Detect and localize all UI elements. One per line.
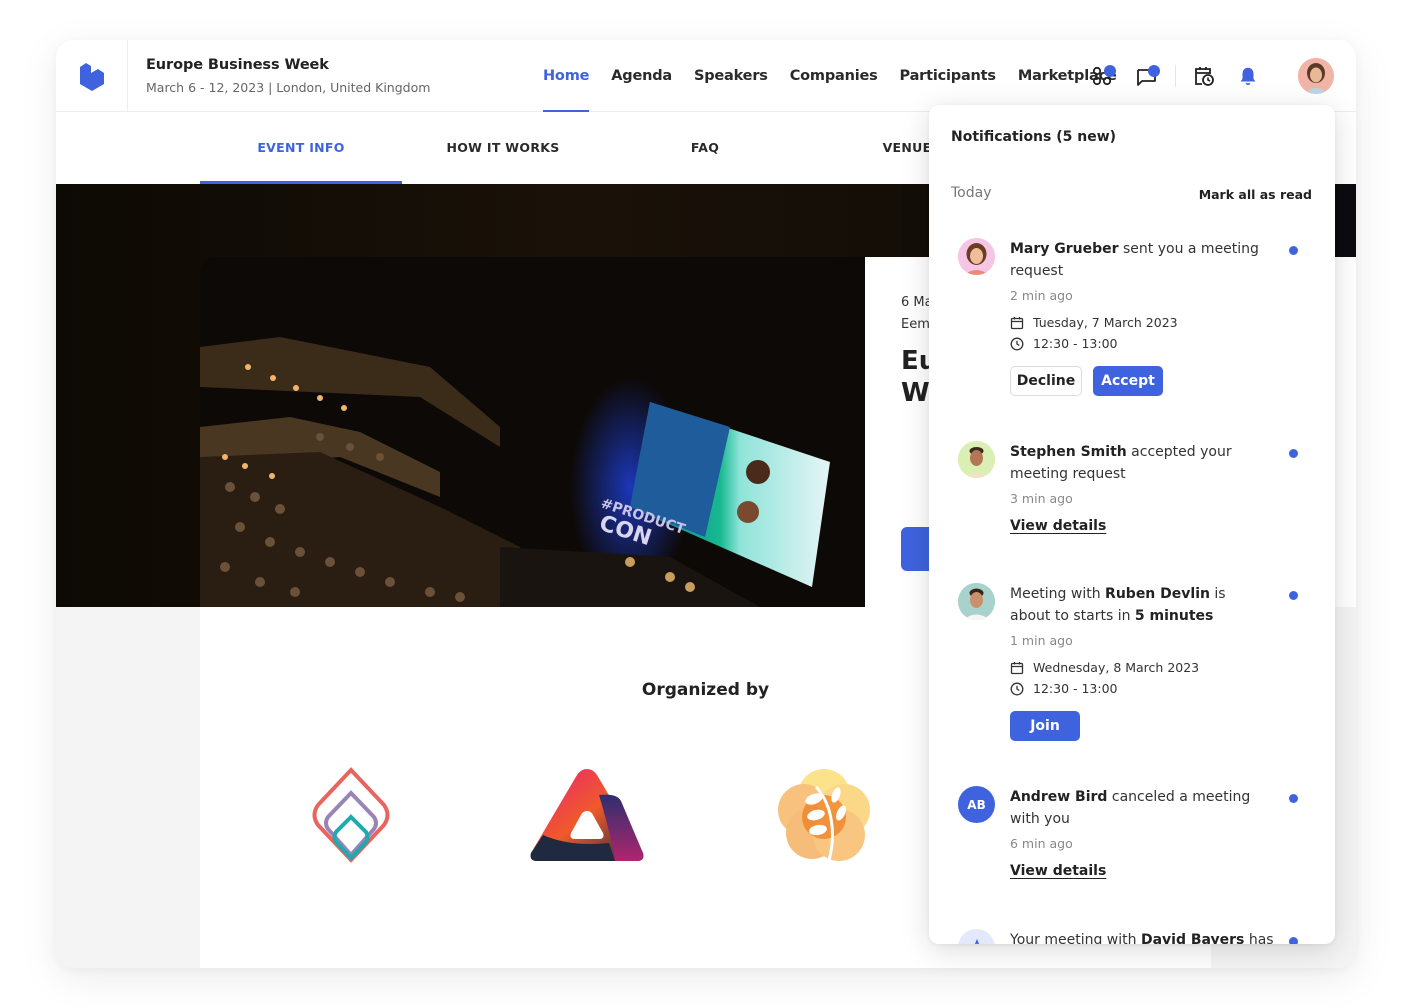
avatar-photo — [958, 238, 995, 275]
avatar-stephen-smith — [958, 441, 995, 478]
user-photo — [1298, 58, 1334, 94]
mark-all-read-button[interactable]: Mark all as read — [1199, 187, 1312, 202]
notification-text: Mary Grueber sent you a meeting request — [1010, 238, 1270, 282]
nav-home[interactable]: Home — [532, 40, 600, 112]
meeting-time: 12:30 - 13:00 — [1010, 681, 1118, 696]
timestamp: 3 min ago — [1010, 491, 1073, 506]
divider — [1175, 65, 1176, 87]
avatar-star — [958, 929, 995, 944]
bell-icon — [1240, 67, 1256, 86]
sender-name: Stephen Smith — [1010, 444, 1127, 460]
gradient-triangle-logo — [530, 769, 644, 861]
sender-name: Ruben Devlin — [1105, 586, 1210, 602]
meeting-date: Wednesday, 8 March 2023 — [1010, 660, 1199, 675]
nav-agenda[interactable]: Agenda — [600, 40, 683, 112]
sender-name: Andrew Bird — [1010, 789, 1108, 805]
notification-text: Your meeting with David Bayers has — [1010, 929, 1274, 944]
messages-badge — [1148, 65, 1160, 77]
brand-logo[interactable] — [56, 40, 128, 112]
tab-how-it-works[interactable]: HOW IT WORKS — [402, 112, 604, 184]
notification-text: Andrew Bird canceled a meeting with you — [1010, 786, 1270, 830]
unread-indicator — [1289, 937, 1298, 944]
messages-button[interactable] — [1132, 61, 1162, 91]
timestamp: 1 min ago — [1010, 633, 1073, 648]
organizer-logo-3[interactable] — [759, 760, 889, 870]
avatar-mary-grueber — [958, 238, 995, 275]
avatar-photo — [958, 441, 995, 478]
logo-icon — [79, 63, 104, 91]
top-header: Europe Business Week March 6 - 12, 2023 … — [56, 40, 1356, 112]
meeting-date-text: Wednesday, 8 March 2023 — [1033, 660, 1200, 675]
event-title: Europe Business Week — [146, 57, 329, 73]
avatar-photo — [958, 583, 995, 620]
organizer-logo-1[interactable] — [286, 760, 416, 870]
notification-text: Stephen Smith accepted your meeting requ… — [1010, 441, 1270, 485]
view-details-link[interactable]: View details — [1010, 863, 1106, 879]
meeting-time: 12:30 - 13:00 — [1010, 336, 1118, 351]
meeting-time-text: 12:30 - 13:00 — [1033, 681, 1118, 696]
nav-participants[interactable]: Participants — [889, 40, 1007, 112]
avatar-initials: AB — [958, 786, 995, 823]
apps-button[interactable] — [1088, 61, 1118, 91]
nav-speakers[interactable]: Speakers — [683, 40, 779, 112]
sender-name: Mary Grueber — [1010, 241, 1119, 257]
calendar-icon — [1010, 661, 1024, 674]
unread-indicator — [1289, 794, 1298, 803]
notifications-button[interactable] — [1233, 61, 1263, 91]
notification-prefix: Your meeting with — [1010, 932, 1141, 944]
schedule-button[interactable] — [1189, 61, 1219, 91]
user-avatar[interactable] — [1298, 58, 1334, 94]
notification-text: Meeting with Ruben Devlin is about to st… — [1010, 583, 1270, 627]
event-subtabs: EVENT INFO HOW IT WORKS FAQ VENUE — [200, 112, 1008, 184]
event-location: Eem — [901, 317, 930, 332]
header-icons — [1088, 56, 1263, 96]
notifications-title: Notifications (5 new) — [951, 129, 1117, 145]
event-date: 6 Ma — [901, 295, 933, 310]
notification-prefix: Meeting with — [1010, 586, 1106, 602]
auditorium-image: #PRODUCT CON — [200, 257, 865, 607]
accept-button[interactable]: Accept — [1093, 366, 1163, 396]
avatar-ruben-devlin — [958, 583, 995, 620]
tab-event-info[interactable]: EVENT INFO — [200, 112, 402, 184]
countdown-text: 5 minutes — [1134, 608, 1214, 624]
layered-diamond-logo — [312, 767, 390, 863]
join-button[interactable]: Join — [1010, 711, 1080, 741]
event-subtitle: March 6 - 12, 2023 | London, United King… — [146, 80, 431, 95]
meeting-time-text: 12:30 - 13:00 — [1033, 336, 1118, 351]
section-today: Today — [951, 185, 992, 201]
timestamp: 6 min ago — [1010, 836, 1073, 851]
notification-message: has — [1244, 932, 1274, 944]
organizer-logo-2[interactable] — [522, 760, 652, 870]
apps-badge — [1104, 65, 1116, 77]
star-icon — [974, 938, 979, 944]
sender-name: David Bayers — [1140, 932, 1245, 944]
view-details-link[interactable]: View details — [1010, 518, 1106, 534]
unread-indicator — [1289, 449, 1298, 458]
unread-indicator — [1289, 591, 1298, 600]
clock-icon — [1010, 337, 1024, 350]
main-nav: Home Agenda Speakers Companies Participa… — [532, 40, 1128, 112]
unread-indicator — [1289, 246, 1298, 255]
left-margin — [56, 607, 200, 968]
orange-tree-logo — [778, 769, 870, 861]
nav-companies[interactable]: Companies — [779, 40, 889, 112]
calendar-icon — [1010, 316, 1024, 329]
calendar-clock-icon — [1195, 67, 1214, 86]
notifications-panel: Notifications (5 new) Today Mark all as … — [929, 105, 1335, 944]
tab-faq[interactable]: FAQ — [604, 112, 806, 184]
timestamp: 2 min ago — [1010, 288, 1073, 303]
event-hero-photo: #PRODUCT CON — [200, 257, 865, 607]
meeting-date: Tuesday, 7 March 2023 — [1010, 315, 1178, 330]
decline-button[interactable]: Decline — [1010, 366, 1082, 396]
meeting-date-text: Tuesday, 7 March 2023 — [1033, 315, 1178, 330]
clock-icon — [1010, 682, 1024, 695]
